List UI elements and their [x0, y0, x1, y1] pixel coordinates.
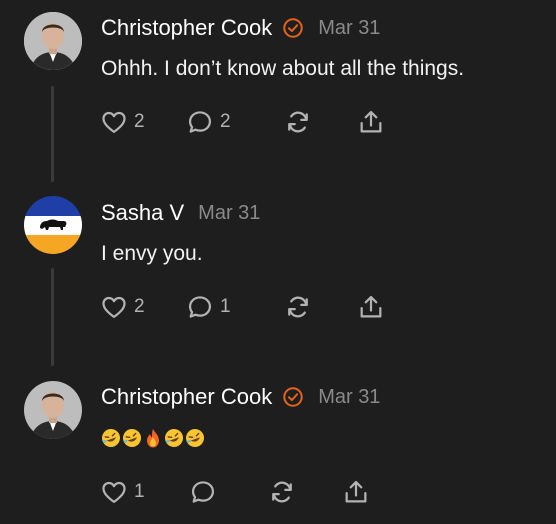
post-header: Christopher Cook Mar 31: [101, 384, 380, 410]
verified-check-icon: [283, 387, 303, 407]
repost-arrows-icon: [288, 111, 308, 133]
reply-count: 2: [220, 111, 231, 132]
avatar[interactable]: [24, 12, 82, 70]
author-name[interactable]: Christopher Cook: [101, 15, 272, 41]
speech-bubble-icon: [188, 111, 212, 133]
post-date[interactable]: Mar 31: [318, 386, 380, 409]
post-date[interactable]: Mar 31: [198, 202, 260, 225]
share-button[interactable]: [342, 477, 370, 507]
author-name[interactable]: Christopher Cook: [101, 384, 272, 410]
like-count: 2: [134, 296, 145, 317]
rofl-emoji-icon: [102, 429, 120, 447]
share-upload-icon: [345, 480, 367, 503]
avatar[interactable]: [24, 196, 82, 254]
repost-arrows-icon: [288, 296, 308, 318]
repost-button[interactable]: [284, 292, 312, 322]
like-count: 1: [134, 481, 145, 502]
thread-connector: [51, 268, 54, 366]
rofl-emoji-icon: [123, 429, 141, 447]
post-date[interactable]: Mar 31: [318, 17, 380, 40]
share-button[interactable]: [357, 107, 385, 137]
rofl-emoji-icon: [186, 429, 204, 447]
speech-bubble-icon: [188, 296, 212, 318]
reply-count: 1: [220, 296, 231, 317]
share-button[interactable]: [357, 292, 385, 322]
post-header: Sasha V Mar 31: [101, 200, 260, 226]
repost-button[interactable]: [268, 477, 296, 507]
post-text: I envy you.: [101, 242, 203, 265]
author-name[interactable]: Sasha V: [101, 200, 184, 226]
bison-flag-avatar-icon: [24, 196, 82, 254]
reply-button[interactable]: [189, 477, 223, 507]
share-upload-icon: [360, 295, 382, 318]
like-button[interactable]: 2: [100, 292, 145, 322]
heart-icon: [102, 296, 126, 319]
rofl-emoji-icon: [165, 429, 183, 447]
heart-icon: [102, 481, 126, 504]
fire-emoji-icon: [147, 429, 159, 448]
reply-button[interactable]: 1: [186, 292, 231, 322]
post-text: Ohhh. I don’t know about all the things.: [101, 57, 465, 80]
post-emoji-text: [101, 427, 205, 449]
post-header: Christopher Cook Mar 31: [101, 15, 380, 41]
like-button[interactable]: 2: [100, 107, 145, 137]
avatar-photo-icon: [24, 381, 82, 439]
speech-bubble-icon: [191, 481, 215, 503]
like-button[interactable]: 1: [100, 477, 145, 507]
heart-icon: [102, 111, 126, 134]
repost-arrows-icon: [272, 481, 292, 503]
avatar-photo-icon: [24, 12, 82, 70]
verified-check-icon: [283, 18, 303, 38]
thread-connector: [51, 86, 54, 182]
avatar[interactable]: [24, 381, 82, 439]
reply-button[interactable]: 2: [186, 107, 231, 137]
share-upload-icon: [360, 110, 382, 133]
like-count: 2: [134, 111, 145, 132]
repost-button[interactable]: [284, 107, 312, 137]
